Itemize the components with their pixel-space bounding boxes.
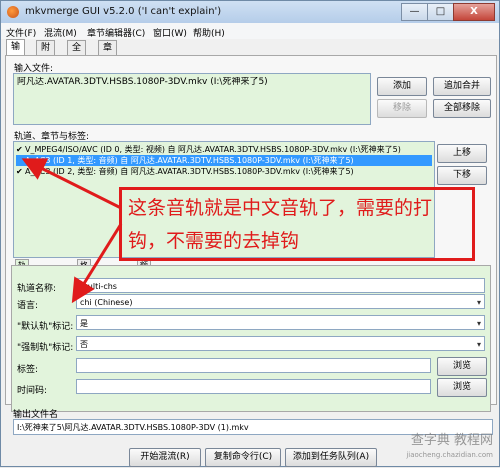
menu-window[interactable]: 窗口(W) [153, 26, 187, 39]
copy-command-button[interactable]: 复制命令行(C) [205, 448, 281, 467]
tags-label: 标签: [17, 365, 39, 375]
default-track-label: "默认轨"标记: [17, 322, 74, 332]
tab-input[interactable]: 输入 [6, 39, 26, 66]
track-label: A_AC3 (ID 1, 类型: 音频) 自 阿凡达.AVATAR.3DTV.H… [25, 156, 354, 165]
annotation-callout: 这条音轨就是中文音轨了，需要的打钩，不需要的去掉钩 [119, 187, 475, 261]
track-row-audio-2[interactable]: ✔ A_AC3 (ID 2, 类型: 音频) 自 阿凡达.AVATAR.3DTV.… [16, 166, 432, 177]
minimize-button[interactable]: — [401, 3, 428, 21]
start-mux-button[interactable]: 开始混流(R) [129, 448, 201, 467]
watermark: 查字典 教程网 jiaocheng.chazidian.com [406, 434, 493, 462]
watermark-line1: 查字典 教程网 [410, 433, 493, 448]
input-file-item[interactable]: 阿凡达.AVATAR.3DTV.HSBS.1080P-3DV.mkv (I:\死… [17, 77, 268, 88]
tab-chapter-editor[interactable]: 章节编辑器 [98, 40, 118, 109]
annotation-text: 这条音轨就是中文音轨了，需要的打钩，不需要的去掉钩 [128, 197, 433, 252]
menu-bar: 文件(F) 混流(M) 章节编辑器(C) 窗口(W) 帮助(H) [1, 23, 499, 39]
checkbox-icon[interactable]: ✔ [16, 144, 25, 155]
timecode-input[interactable] [76, 379, 431, 394]
forced-track-value: 否 [80, 340, 88, 349]
menu-mux[interactable]: 混流(M) [44, 26, 77, 39]
language-select[interactable]: chi (Chinese) [76, 294, 485, 310]
remove-file-button[interactable]: 移除 [377, 99, 427, 118]
track-name-input[interactable]: multi-chs [76, 278, 485, 293]
timecode-label: 时间码: [17, 386, 48, 396]
default-track-value: 是 [80, 319, 88, 328]
track-label: A_AC3 (ID 2, 类型: 音频) 自 阿凡达.AVATAR.3DTV.H… [25, 167, 354, 176]
language-value: chi (Chinese) [80, 298, 133, 307]
track-row-audio-1[interactable]: A_AC3 (ID 1, 类型: 音频) 自 阿凡达.AVATAR.3DTV.H… [16, 155, 432, 166]
track-row-video[interactable]: ✔ V_MPEG4/ISO/AVC (ID 0, 类型: 视频) 自 阿凡达.AV… [16, 144, 432, 155]
app-icon [7, 6, 19, 18]
default-track-select[interactable]: 是 [76, 315, 485, 331]
app-window: mkvmerge GUI v5.2.0 ('I can't explain') … [0, 0, 500, 467]
maximize-button[interactable]: □ [427, 3, 454, 21]
checkbox-icon[interactable]: ✔ [16, 166, 25, 177]
browse-tags-button[interactable]: 浏览 [437, 357, 487, 376]
close-button[interactable]: X [453, 3, 495, 21]
append-file-button[interactable]: 追加合并 [433, 77, 491, 96]
input-files-list[interactable]: 阿凡达.AVATAR.3DTV.HSBS.1080P-3DV.mkv (I:\死… [13, 73, 371, 125]
browse-timecode-button[interactable]: 浏览 [437, 378, 487, 397]
tab-global[interactable]: 全局 [67, 40, 87, 67]
watermark-line2: jiaocheng.chazidian.com [406, 451, 493, 459]
menu-help[interactable]: 帮助(H) [193, 26, 225, 39]
language-label: 语言: [17, 301, 39, 311]
add-file-button[interactable]: 添加 [377, 77, 427, 96]
track-label: V_MPEG4/ISO/AVC (ID 0, 类型: 视频) 自 阿凡达.AVA… [25, 145, 401, 154]
move-down-button[interactable]: 下移 [437, 166, 487, 185]
menu-file[interactable]: 文件(F) [6, 26, 36, 39]
track-name-label: 轨道名称: [17, 284, 57, 294]
move-up-button[interactable]: 上移 [437, 144, 487, 163]
tags-input[interactable] [76, 358, 431, 373]
tab-attachments[interactable]: 附件 [36, 40, 56, 67]
window-title: mkvmerge GUI v5.2.0 ('I can't explain') [25, 6, 222, 17]
forced-track-label: "强制轨"标记: [17, 343, 74, 353]
forced-track-select[interactable]: 否 [76, 336, 485, 352]
remove-all-button[interactable]: 全部移除 [433, 99, 491, 118]
add-to-queue-button[interactable]: 添加到任务队列(A) [285, 448, 377, 467]
menu-chapter-editor[interactable]: 章节编辑器(C) [87, 26, 145, 39]
title-bar[interactable]: mkvmerge GUI v5.2.0 ('I can't explain') … [1, 1, 499, 24]
